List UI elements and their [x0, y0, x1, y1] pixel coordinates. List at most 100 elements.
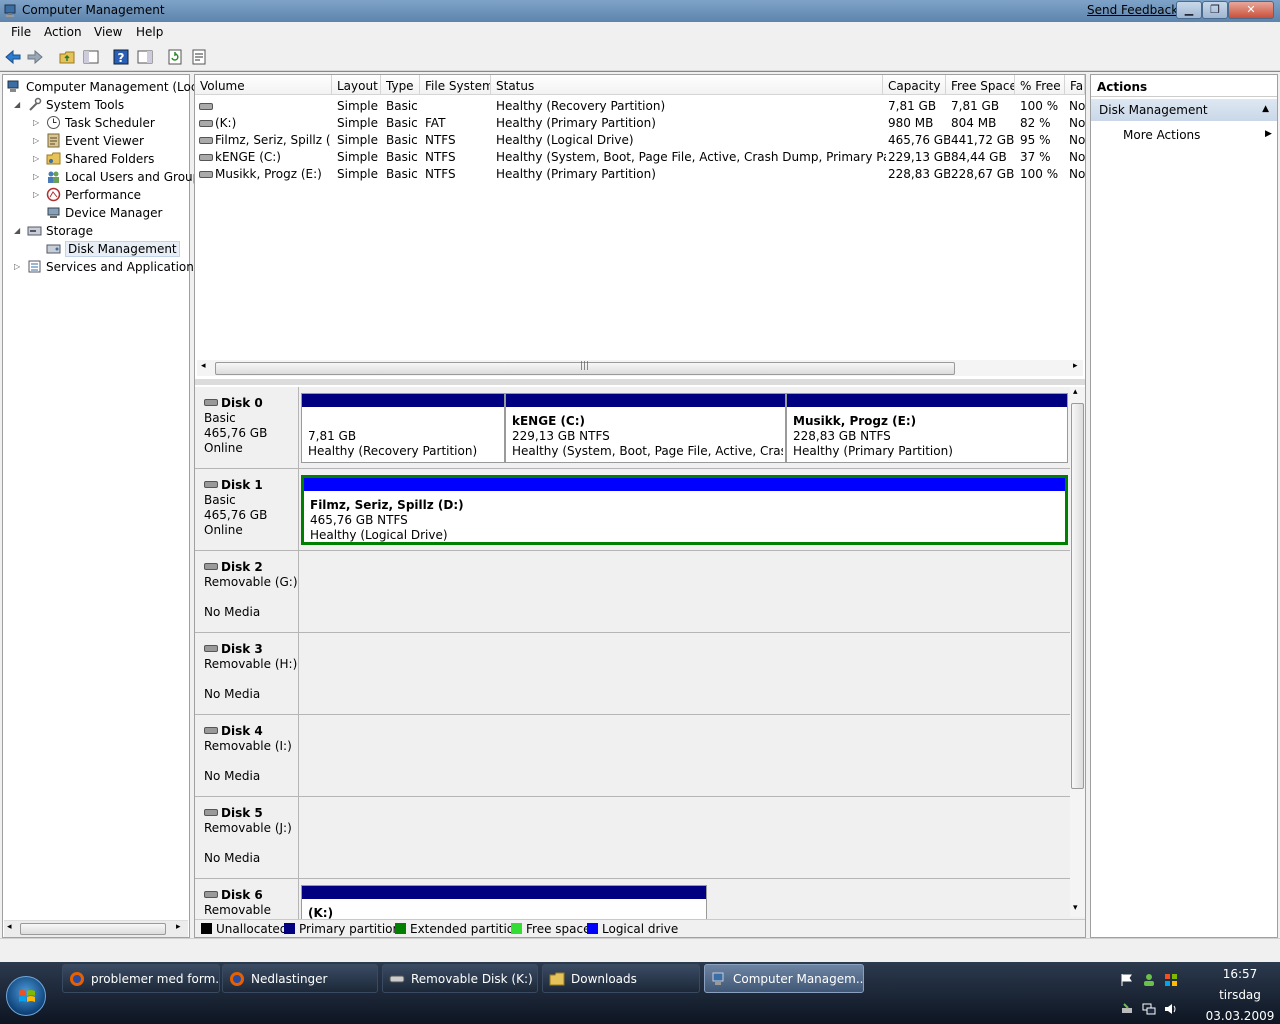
column-header-capacity[interactable]: Capacity: [883, 75, 946, 95]
windows-flag-tray-icon[interactable]: [1164, 973, 1178, 987]
up-folder-icon[interactable]: [58, 48, 76, 66]
partition-block[interactable]: kENGE (C:) 229,13 GB NTFS Healthy (System,…: [505, 393, 786, 463]
pane-splitter[interactable]: [195, 379, 1085, 385]
legend-label: Logical drive: [602, 922, 679, 936]
partition-block[interactable]: Musikk, Progz (E:) 228,83 GB NTFS Healthy …: [786, 393, 1068, 463]
tree-item-event-viewer[interactable]: ▷ Event Viewer: [33, 133, 144, 150]
disk-info[interactable]: Disk 4 Removable (I:) No Media: [195, 715, 299, 796]
partition-block[interactable]: Filmz, Seriz, Spillz (D:) 465,76 GB NTFS H…: [301, 475, 1068, 545]
volume-row[interactable]: Filmz, Seriz, Spillz (D:) Simple Basic NTFS…: [195, 132, 1085, 149]
tree-item-system-tools[interactable]: ◢ System Tools: [14, 97, 124, 114]
column-header-file-system[interactable]: File System: [420, 75, 491, 95]
column-header-fault-tolerance[interactable]: Fau: [1065, 75, 1085, 95]
legend-label: Unallocated: [216, 922, 288, 936]
scrollbar-thumb[interactable]: |||: [215, 361, 955, 375]
maximize-button[interactable]: ❐: [1202, 1, 1228, 19]
disk-info[interactable]: Disk 5 Removable (J:) No Media: [195, 797, 299, 878]
tree-item-performance[interactable]: ▷ Performance: [33, 187, 141, 204]
help-icon[interactable]: ?: [112, 48, 130, 66]
collapsed-triangle-icon[interactable]: ▷: [14, 262, 20, 271]
column-header-free-space[interactable]: Free Space: [946, 75, 1015, 95]
send-feedback-link[interactable]: Send Feedback: [1087, 3, 1178, 17]
volume-cell-status: Healthy (Primary Partition): [496, 116, 656, 130]
taskbar-button[interactable]: Nedlastinger: [222, 964, 378, 993]
network-icon[interactable]: [1142, 1002, 1156, 1016]
show-hide-action-pane-icon[interactable]: [136, 48, 154, 66]
scroll-right-icon[interactable]: ▸: [176, 922, 181, 932]
back-arrow-icon[interactable]: [4, 48, 22, 66]
disk-info[interactable]: Disk 3 Removable (H:) No Media: [195, 633, 299, 714]
actions-section-disk-management[interactable]: Disk Management ▲: [1091, 99, 1277, 121]
disk-info[interactable]: Disk 1 Basic 465,76 GB Online: [195, 469, 299, 550]
disk-row: Disk 1 Basic 465,76 GB Online Filmz, Seriz, …: [195, 469, 1070, 551]
collapsed-triangle-icon[interactable]: ▷: [33, 172, 39, 181]
show-hide-tree-icon[interactable]: [82, 48, 100, 66]
tree-item-shared-folders[interactable]: ▷ Shared Folders: [33, 151, 154, 168]
volume-cell-layout: Simple: [337, 99, 378, 113]
forward-arrow-icon[interactable]: [26, 48, 44, 66]
menu-help[interactable]: Help: [136, 25, 163, 39]
user-icon[interactable]: [1142, 973, 1156, 987]
partition-block[interactable]: 7,81 GB Healthy (Recovery Partition): [301, 393, 505, 463]
scrollbar-thumb[interactable]: [20, 923, 166, 935]
storage-icon: [27, 226, 42, 236]
taskbar-button[interactable]: Downloads: [542, 964, 700, 993]
refresh-icon[interactable]: [166, 48, 184, 66]
scroll-up-icon[interactable]: ▴: [1073, 387, 1078, 397]
volume-drive-icon: [199, 103, 213, 110]
column-header-volume[interactable]: Volume: [195, 75, 332, 95]
tree-item-task-scheduler[interactable]: ▷ Task Scheduler: [33, 115, 155, 132]
tree-item-storage[interactable]: ◢ Storage: [14, 223, 93, 240]
collapsed-triangle-icon[interactable]: ▷: [33, 136, 39, 145]
disk-info[interactable]: Disk 2 Removable (G:) No Media: [195, 551, 299, 632]
safely-remove-hardware-icon[interactable]: [1120, 1002, 1134, 1016]
scroll-left-icon[interactable]: ◂: [201, 361, 206, 371]
volume-list-horizontal-scrollbar[interactable]: ◂ ||| ▸: [197, 360, 1083, 376]
clock[interactable]: 16:57 tirsdag 03.03.2009: [1200, 964, 1280, 1024]
collapsed-triangle-icon[interactable]: ▷: [33, 190, 39, 199]
taskbar-button-label: Nedlastinger: [251, 972, 328, 986]
disk-info[interactable]: Disk 0 Basic 465,76 GB Online: [195, 387, 299, 468]
column-header-type[interactable]: Type: [381, 75, 420, 95]
column-header-layout[interactable]: Layout: [332, 75, 381, 95]
scroll-down-icon[interactable]: ▾: [1073, 903, 1078, 913]
volume-row[interactable]: kENGE (C:) Simple Basic NTFS Healthy (System…: [195, 149, 1085, 166]
start-button[interactable]: [6, 976, 46, 1016]
expanded-triangle-icon[interactable]: ◢: [14, 100, 20, 109]
expanded-triangle-icon[interactable]: ◢: [14, 226, 20, 235]
collapsed-triangle-icon[interactable]: ▷: [33, 118, 39, 127]
taskbar-button[interactable]: problemer med form...: [62, 964, 220, 993]
volume-row[interactable]: (K:) Simple Basic FAT Healthy (Primary Parti…: [195, 115, 1085, 132]
disk-view-vertical-scrollbar[interactable]: ▴ ▾: [1070, 387, 1085, 917]
column-header-percent-free[interactable]: % Free: [1015, 75, 1065, 95]
collapse-up-icon[interactable]: ▲: [1262, 104, 1269, 114]
action-center-flag-icon[interactable]: [1120, 973, 1134, 987]
scrollbar-thumb[interactable]: [1071, 403, 1084, 789]
disk-line2: [204, 754, 298, 769]
volume-row[interactable]: Musikk, Progz (E:) Simple Basic NTFS Healthy…: [195, 166, 1085, 183]
scroll-right-icon[interactable]: ▸: [1073, 361, 1078, 371]
tree-item-local-users-and-groups[interactable]: ▷ Local Users and Groups: [33, 169, 207, 186]
volume-row[interactable]: Simple Basic Healthy (Recovery Partition) 7…: [195, 98, 1085, 115]
taskbar-button[interactable]: Computer Managem...: [704, 964, 864, 993]
tree-horizontal-scrollbar[interactable]: ◂ ▸: [4, 920, 188, 937]
tree-item-device-manager[interactable]: Device Manager: [46, 205, 162, 222]
tree-item-disk-management[interactable]: Disk Management: [46, 241, 180, 258]
more-actions-item[interactable]: More Actions ▶: [1123, 128, 1272, 142]
column-header-status[interactable]: Status: [491, 75, 883, 95]
tree-root[interactable]: Computer Management (Local: [7, 79, 208, 96]
scroll-left-icon[interactable]: ◂: [7, 922, 12, 932]
tree-item-services-and-applications[interactable]: ▷ Services and Applications: [14, 259, 200, 276]
menu-action[interactable]: Action: [44, 25, 82, 39]
minimize-button[interactable]: ▁: [1176, 1, 1202, 19]
disk-name: Disk 4: [204, 724, 298, 739]
properties-icon[interactable]: [190, 48, 208, 66]
taskbar-button[interactable]: Removable Disk (K:): [382, 964, 538, 993]
legend-unallocated: Unallocated: [201, 922, 287, 936]
volume-speaker-icon[interactable]: [1164, 1002, 1178, 1016]
menu-file[interactable]: File: [11, 25, 31, 39]
disk-management-icon: [46, 244, 61, 254]
close-button[interactable]: ✕: [1228, 1, 1274, 19]
collapsed-triangle-icon[interactable]: ▷: [33, 154, 39, 163]
menu-view[interactable]: View: [94, 25, 122, 39]
